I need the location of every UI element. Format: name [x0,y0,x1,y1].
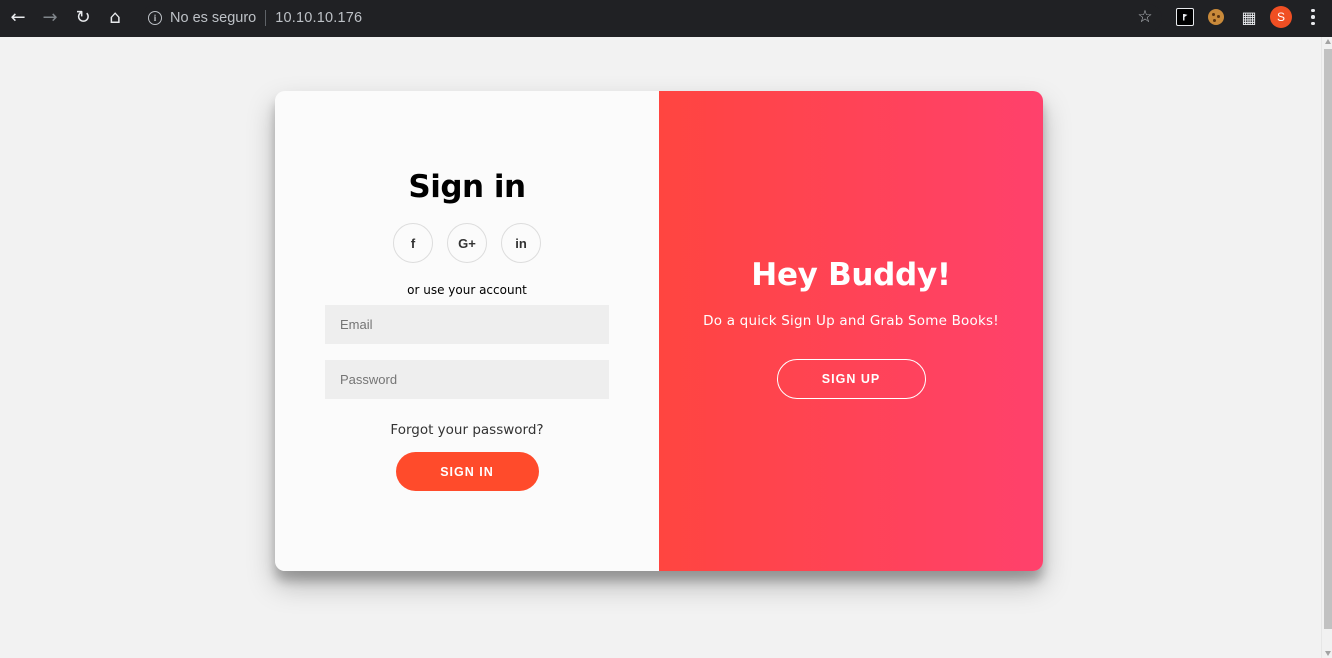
overlay-text: Do a quick Sign Up and Grab Some Books! [703,313,999,329]
google-plus-icon[interactable]: G+ [447,223,487,263]
flag-extension-icon[interactable] [1176,8,1194,26]
address-bar[interactable]: i No es seguro 10.10.10.176 [142,4,1162,32]
alt-login-text: or use your account [407,283,527,297]
url-separator [265,10,267,26]
sign-in-button[interactable]: Sign In [395,452,539,491]
forward-icon[interactable]: → [36,5,64,31]
security-label: No es seguro [170,10,257,26]
page-scrollbar[interactable] [1321,37,1332,658]
cookie-extension-icon[interactable] [1208,9,1224,25]
linkedin-icon[interactable]: in [501,223,541,263]
browser-toolbar: ← → ↻ ⌂ i No es seguro 10.10.10.176 ☆ ▦ … [0,0,1332,37]
forgot-password-link[interactable]: Forgot your password? [390,422,543,438]
profile-avatar[interactable]: S [1270,6,1292,28]
back-icon[interactable]: ← [4,5,32,31]
signin-form: Sign in f G+ in or use your account Forg… [275,91,659,571]
reload-icon[interactable]: ↻ [69,5,97,31]
home-icon[interactable]: ⌂ [101,5,129,31]
scroll-thumb[interactable] [1324,49,1332,629]
auth-card: Sign in f G+ in or use your account Forg… [275,91,1043,571]
facebook-icon[interactable]: f [393,223,433,263]
signup-overlay-panel: Hey Buddy! Do a quick Sign Up and Grab S… [659,91,1043,571]
signin-title: Sign in [408,169,526,205]
info-icon[interactable]: i [148,11,162,25]
email-field[interactable] [325,305,609,344]
social-login-row: f G+ in [393,223,541,263]
overlay-title: Hey Buddy! [751,257,951,293]
scroll-down-arrow-icon[interactable] [1325,651,1331,656]
page-viewport: Sign in f G+ in or use your account Forg… [0,37,1321,658]
scroll-up-arrow-icon[interactable] [1325,39,1331,44]
more-menu-icon[interactable] [1304,6,1322,28]
password-field[interactable] [325,360,609,399]
sign-up-button[interactable]: Sign Up [776,359,926,399]
url-text[interactable]: 10.10.10.176 [275,10,362,26]
puzzle-icon[interactable]: ▦ [1240,8,1258,27]
bookmark-star-icon[interactable]: ☆ [1134,6,1156,28]
